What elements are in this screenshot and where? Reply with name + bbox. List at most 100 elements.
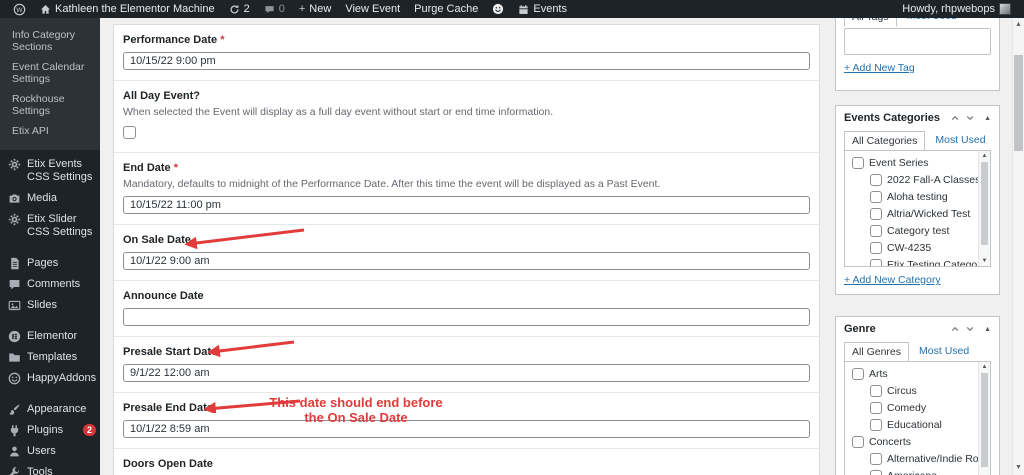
sidebar-item-label: Comments — [27, 278, 81, 290]
scroll-thumb[interactable] — [981, 373, 988, 467]
sidebar-submenu-item-etix-api[interactable]: Etix API — [0, 121, 100, 141]
form-field-end-date: End Date * Mandatory, defaults to midnigh… — [114, 153, 819, 225]
toggle-panel-icon[interactable]: ▲ — [984, 115, 991, 122]
tab-all-genres[interactable]: All Genres — [844, 342, 910, 362]
genre-item-educational[interactable]: Educational — [870, 419, 974, 431]
category-item-category-test[interactable]: Category test — [870, 225, 974, 237]
sidebar-item-tools[interactable]: Tools — [0, 462, 100, 475]
presale-start-date-input[interactable] — [123, 364, 810, 382]
checkbox[interactable] — [852, 436, 864, 448]
tab-most-used-categories[interactable]: Most Used — [935, 134, 985, 150]
toggle-panel-icon[interactable]: ▲ — [984, 326, 991, 333]
sidebar-item-templates[interactable]: Templates — [0, 347, 100, 368]
checkbox[interactable] — [870, 419, 882, 431]
checklist-label: Event Series — [869, 157, 929, 169]
purge-cache-button[interactable]: Purge Cache — [407, 0, 485, 18]
sidebar-submenu-item-info-category-sections[interactable]: Info Category Sections — [0, 25, 100, 57]
sidebar-item-plugins[interactable]: Plugins 2 — [0, 420, 100, 441]
sidebar-item-label: Etix Slider CSS Settings — [27, 213, 93, 238]
sidebar-menu: Etix Events CSS Settings Media Etix Slider… — [0, 150, 100, 475]
move-down-icon[interactable] — [965, 113, 975, 123]
tag-input[interactable] — [844, 28, 991, 55]
page-scroll-thumb[interactable] — [1014, 55, 1023, 151]
sidebar-submenu-item-event-calendar-settings[interactable]: Event Calendar Settings — [0, 57, 100, 89]
move-up-icon[interactable] — [950, 113, 960, 123]
sidebar-item-appearance[interactable]: Appearance — [0, 399, 100, 420]
checkbox[interactable] — [870, 174, 882, 186]
checkbox[interactable] — [870, 259, 882, 266]
genre-item-comedy[interactable]: Comedy — [870, 402, 974, 414]
site-name-link[interactable]: Kathleen the Elementor Machine — [33, 0, 222, 18]
category-item-aloha-testing[interactable]: Aloha testing — [870, 191, 974, 203]
sidebar-item-media[interactable]: Media — [0, 188, 100, 209]
genre-item-alternative-indie-rock[interactable]: Alternative/Indie Rock — [870, 453, 989, 465]
checkbox[interactable] — [870, 225, 882, 237]
move-up-icon[interactable] — [950, 324, 960, 334]
tab-all-categories[interactable]: All Categories — [844, 131, 926, 151]
gear-icon — [7, 213, 21, 226]
presale-end-date-input[interactable] — [123, 420, 810, 438]
red-note-line: This date should end before — [269, 395, 443, 410]
categories-scrollbar[interactable]: ▲ ▼ — [978, 151, 990, 266]
tab-all-tags[interactable]: All Tags — [844, 18, 897, 27]
checkbox[interactable] — [870, 402, 882, 414]
genre-item-concerts[interactable]: Concerts — [852, 436, 974, 448]
sidebar-item-etix-slider-css-settings[interactable]: Etix Slider CSS Settings — [0, 209, 100, 243]
scroll-down-icon[interactable]: ▼ — [1013, 462, 1024, 474]
tab-most-used-genres[interactable]: Most Used — [919, 345, 969, 361]
checkbox[interactable] — [870, 242, 882, 254]
scroll-up-icon[interactable]: ▲ — [1013, 19, 1024, 31]
scroll-up-icon[interactable]: ▲ — [979, 362, 990, 372]
genre-scrollbar[interactable]: ▲ ▼ — [978, 362, 990, 475]
sidebar-item-elementor[interactable]: Elementor — [0, 326, 100, 347]
page-scrollbar[interactable]: ▲ ▼ — [1012, 18, 1024, 475]
announce-date-input[interactable] — [123, 308, 810, 326]
events-label: Events — [533, 3, 567, 15]
add-new-tag-link[interactable]: + Add New Tag — [844, 62, 915, 74]
form-field-announce-date: Announce Date — [114, 281, 819, 337]
checkbox[interactable] — [870, 191, 882, 203]
scroll-thumb[interactable] — [981, 162, 988, 245]
scroll-up-icon[interactable]: ▲ — [979, 151, 990, 161]
checkbox[interactable] — [870, 385, 882, 397]
checkbox[interactable] — [852, 157, 864, 169]
sidebar-item-pages[interactable]: Pages — [0, 253, 100, 274]
genre-item-americana[interactable]: Americana — [870, 470, 974, 475]
required-asterisk: * — [217, 34, 225, 46]
sidebar-item-slides[interactable]: Slides — [0, 295, 100, 316]
checkbox[interactable] — [870, 470, 882, 475]
wordpress-logo-icon[interactable]: W — [6, 0, 33, 18]
category-item-2022-fall-a-classes[interactable]: 2022 Fall-A Classes — [870, 174, 980, 186]
scroll-down-icon[interactable]: ▼ — [979, 256, 990, 266]
updates-indicator[interactable]: 2 — [222, 0, 257, 18]
checkbox[interactable] — [852, 368, 864, 380]
account-menu[interactable]: Howdy, rhpwebops — [899, 3, 1014, 15]
sidebar-item-etix-events-css-settings[interactable]: Etix Events CSS Settings — [0, 154, 100, 188]
checklist-label: 2022 Fall-A Classes — [887, 174, 981, 186]
all-day-event-checkbox[interactable] — [123, 126, 136, 139]
checkbox[interactable] — [870, 453, 882, 465]
calendar-icon — [518, 4, 529, 15]
new-content-button[interactable]: + New — [292, 0, 338, 18]
on-sale-date-input[interactable] — [123, 252, 810, 270]
view-event-button[interactable]: View Event — [338, 0, 407, 18]
sidebar-submenu-item-rockhouse-settings[interactable]: Rockhouse Settings — [0, 89, 100, 121]
end-date-input[interactable] — [123, 196, 810, 214]
genre-item-circus[interactable]: Circus — [870, 385, 974, 397]
sidebar-item-comments[interactable]: Comments — [0, 274, 100, 295]
happyaddons-bar-button[interactable] — [485, 0, 511, 18]
add-new-category-link[interactable]: + Add New Category — [844, 274, 941, 286]
checkbox[interactable] — [870, 208, 882, 220]
sidebar-item-happyaddons[interactable]: HappyAddons — [0, 368, 100, 389]
events-bar-button[interactable]: Events — [511, 0, 574, 18]
category-item-etix-testing-category[interactable]: Etix Testing Category — [870, 259, 986, 266]
genre-item-arts[interactable]: Arts — [852, 368, 974, 380]
category-item-altria-wicked-test[interactable]: Altria/Wicked Test — [870, 208, 974, 220]
category-item-event-series[interactable]: Event Series — [852, 157, 974, 169]
comments-indicator[interactable]: 0 — [257, 0, 292, 18]
move-down-icon[interactable] — [965, 324, 975, 334]
performance-date-input[interactable] — [123, 52, 810, 70]
tab-most-used-tags[interactable]: Most Used — [907, 18, 957, 26]
sidebar-item-users[interactable]: Users — [0, 441, 100, 462]
category-item-cw-4235[interactable]: CW-4235 — [870, 242, 974, 254]
